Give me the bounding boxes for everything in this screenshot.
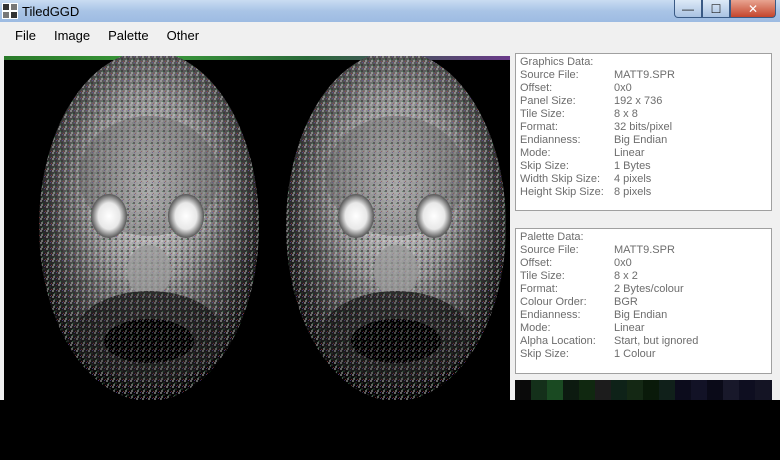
graphics-row: Panel Size: 192 x 736	[520, 95, 767, 108]
field-label: Alpha Location:	[520, 335, 596, 347]
graphics-row: Skip Size: 1 Bytes	[520, 160, 767, 173]
field-label: Height Skip Size:	[520, 186, 604, 198]
app-window: TiledGGD — ☐ ✕ File Image Palette Other	[0, 0, 780, 400]
field-value: MATT9.SPR	[614, 244, 675, 256]
field-label: Skip Size:	[520, 348, 569, 360]
palette-row: Format: 2 Bytes/colour	[520, 283, 767, 296]
face-left	[39, 56, 259, 400]
field-value: 32 bits/pixel	[614, 121, 673, 133]
menu-palette[interactable]: Palette	[99, 22, 157, 50]
field-label: Source File:	[520, 244, 579, 256]
tile-image	[4, 56, 510, 400]
field-label: Mode:	[520, 147, 551, 159]
field-label: Skip Size:	[520, 160, 569, 172]
field-label: Source File:	[520, 69, 579, 81]
field-label: Endianness:	[520, 134, 581, 146]
field-label: Offset:	[520, 82, 553, 94]
field-label: Width Skip Size:	[520, 173, 601, 185]
field-label: Offset:	[520, 257, 553, 269]
palette-row: Colour Order: BGR	[520, 296, 767, 309]
field-value: 8 pixels	[614, 186, 652, 198]
field-value: 4 pixels	[614, 173, 652, 185]
palette-row: Source File: MATT9.SPR	[520, 244, 767, 257]
field-value: 8 x 2	[614, 270, 638, 282]
palette-row: Skip Size: 1 Colour	[520, 348, 767, 361]
graphics-row: Height Skip Size: 8 pixels	[520, 186, 767, 199]
graphics-canvas[interactable]	[4, 56, 510, 400]
palette-row: Mode: Linear	[520, 322, 767, 335]
graphics-row: Offset: 0x0	[520, 82, 767, 95]
field-value: Start, but ignored	[614, 335, 699, 347]
field-value: Linear	[614, 147, 645, 159]
graphics-row: Source File: MATT9.SPR	[520, 69, 767, 82]
desktop-background	[0, 400, 780, 460]
menu-image[interactable]: Image	[45, 22, 99, 50]
palette-row: Alpha Location: Start, but ignored	[520, 335, 767, 348]
graphics-data-panel: Graphics Data: Source File: MATT9.SPR Off…	[515, 53, 772, 211]
title-bar[interactable]: TiledGGD — ☐ ✕	[0, 0, 780, 22]
face-right	[286, 56, 506, 400]
palette-row: Offset: 0x0	[520, 257, 767, 270]
field-value: 2 Bytes/colour	[614, 283, 684, 295]
field-label: Endianness:	[520, 309, 581, 321]
field-value: 8 x 8	[614, 108, 638, 120]
field-label: Colour Order:	[520, 296, 587, 308]
field-label: Mode:	[520, 322, 551, 334]
field-label: Tile Size:	[520, 270, 565, 282]
field-value: 1 Colour	[614, 348, 656, 360]
field-value: Big Endian	[614, 309, 668, 321]
palette-data-heading: Palette Data:	[520, 231, 584, 243]
field-value: Linear	[614, 322, 645, 334]
menu-other[interactable]: Other	[158, 22, 209, 50]
field-value: BGR	[614, 296, 638, 308]
menu-file[interactable]: File	[0, 22, 45, 50]
field-value: Big Endian	[614, 134, 668, 146]
menu-bar: File Image Palette Other	[0, 22, 780, 50]
window-title: TiledGGD	[22, 4, 80, 19]
graphics-row: Mode: Linear	[520, 147, 767, 160]
field-value: MATT9.SPR	[614, 69, 675, 81]
palette-data-panel: Palette Data: Source File: MATT9.SPR Offs…	[515, 228, 772, 374]
close-button[interactable]: ✕	[730, 0, 776, 18]
field-value: 0x0	[614, 257, 632, 269]
field-value: 192 x 736	[614, 95, 663, 107]
field-label: Panel Size:	[520, 95, 576, 107]
graphics-data-heading: Graphics Data:	[520, 56, 594, 68]
field-value: 1 Bytes	[614, 160, 651, 172]
minimize-button[interactable]: —	[674, 0, 702, 18]
graphics-row: Endianness: Big Endian	[520, 134, 767, 147]
field-label: Format:	[520, 283, 558, 295]
palette-view[interactable]	[515, 380, 772, 400]
graphics-row: Tile Size: 8 x 8	[520, 108, 767, 121]
palette-row: Endianness: Big Endian	[520, 309, 767, 322]
field-label: Format:	[520, 121, 558, 133]
graphics-row: Width Skip Size: 4 pixels	[520, 173, 767, 186]
field-label: Tile Size:	[520, 108, 565, 120]
maximize-button[interactable]: ☐	[702, 0, 730, 18]
app-icon	[2, 3, 18, 19]
palette-swatches	[515, 380, 772, 400]
palette-row: Tile Size: 8 x 2	[520, 270, 767, 283]
field-value: 0x0	[614, 82, 632, 94]
graphics-row: Format: 32 bits/pixel	[520, 121, 767, 134]
